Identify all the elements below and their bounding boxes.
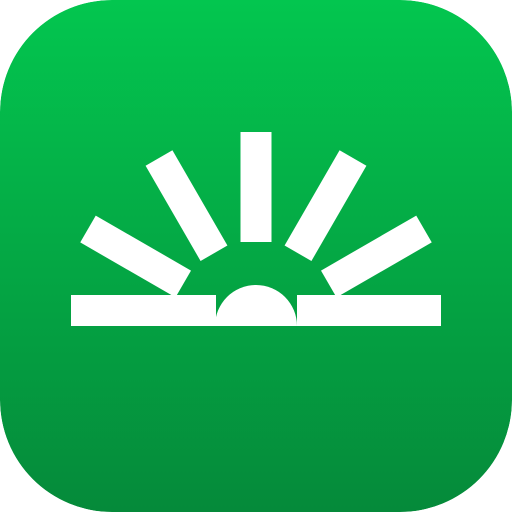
ray-center — [240, 132, 272, 242]
horizon-right — [297, 295, 441, 326]
horizon-left — [71, 295, 216, 326]
sunrise-logo-icon — [0, 0, 512, 512]
app-icon[interactable] — [0, 0, 512, 512]
icon-background — [0, 0, 512, 512]
